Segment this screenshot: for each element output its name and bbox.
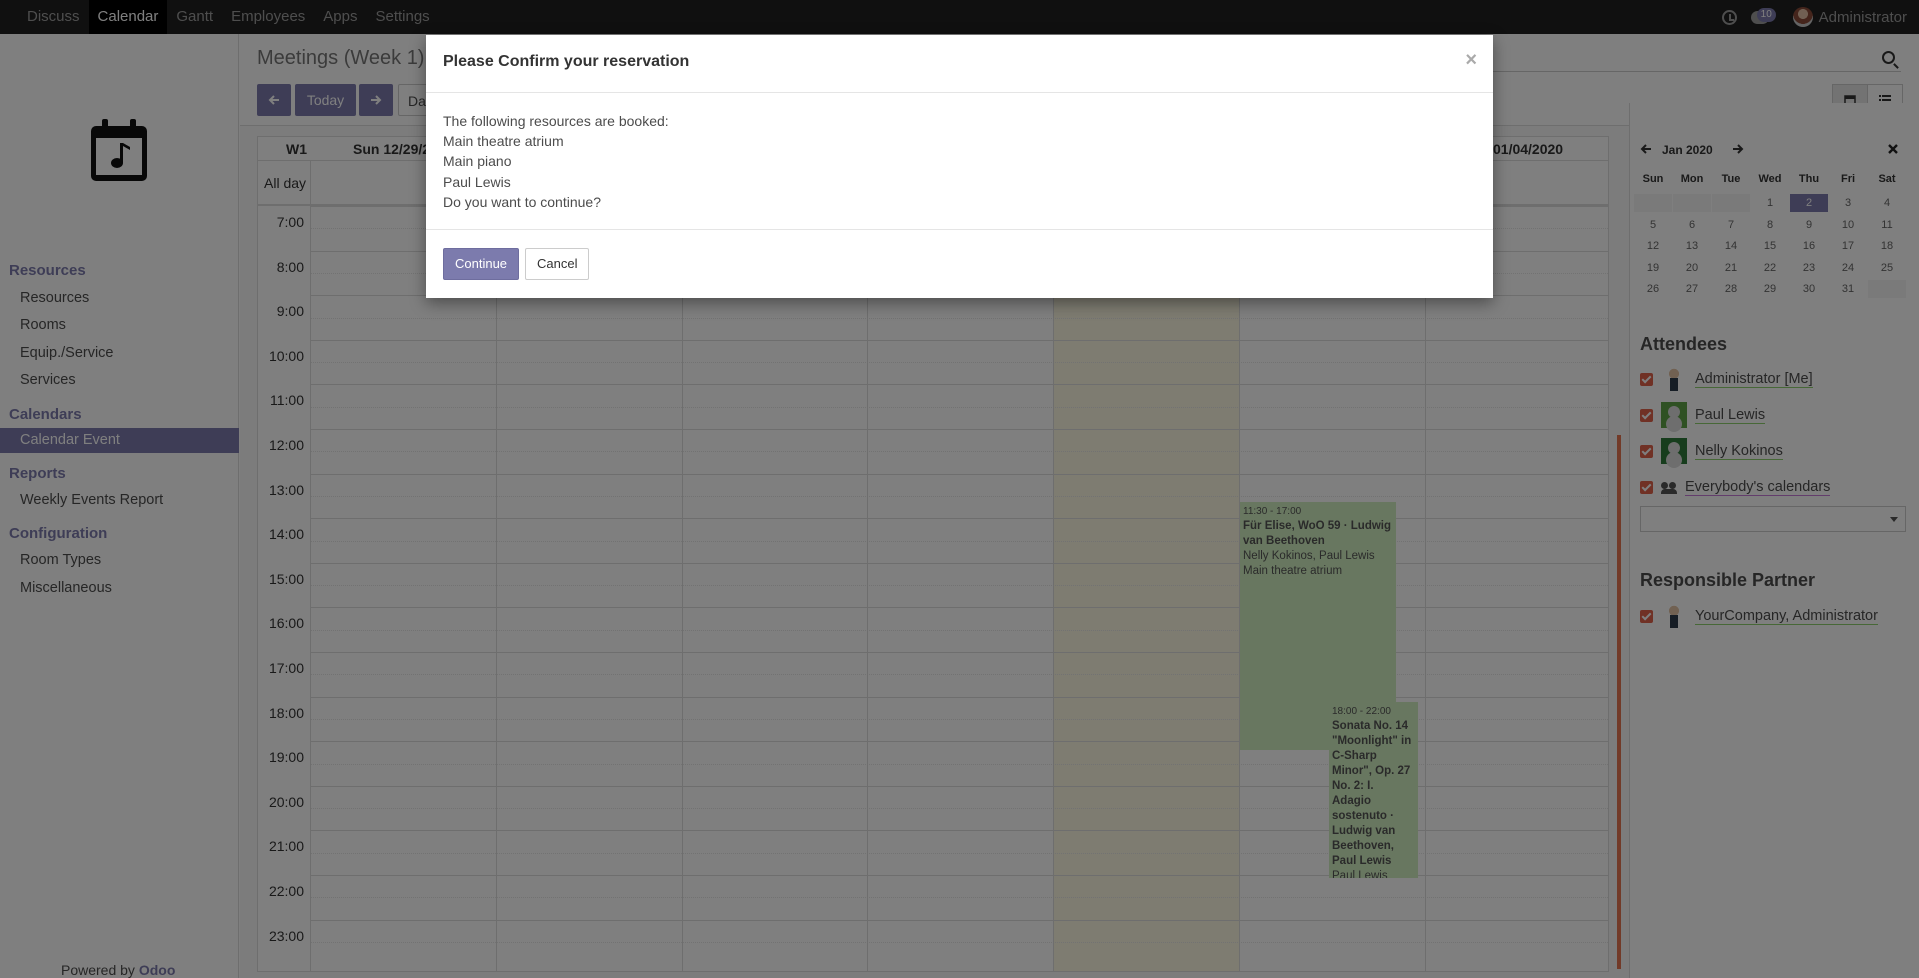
continue-button[interactable]: Continue [443, 248, 520, 280]
close-icon[interactable]: × [1465, 49, 1477, 72]
booked-resource: Paul Lewis [443, 173, 511, 190]
confirm-reservation-dialog: Please Confirm your reservation × The fo… [426, 35, 1493, 298]
modal-intro: The following resources are booked: [443, 113, 669, 129]
modal-title: Please Confirm your reservation [443, 53, 690, 70]
booked-resource: Main theatre atrium [443, 133, 564, 150]
modal-footer: Continue Cancel [426, 229, 1493, 298]
modal-body: The following resources are booked: Main… [443, 111, 669, 212]
modal-header: Please Confirm your reservation × [426, 35, 1493, 93]
booked-resource: Main piano [443, 153, 512, 170]
modal-question: Do you want to continue? [443, 193, 601, 210]
cancel-button[interactable]: Cancel [525, 248, 590, 280]
